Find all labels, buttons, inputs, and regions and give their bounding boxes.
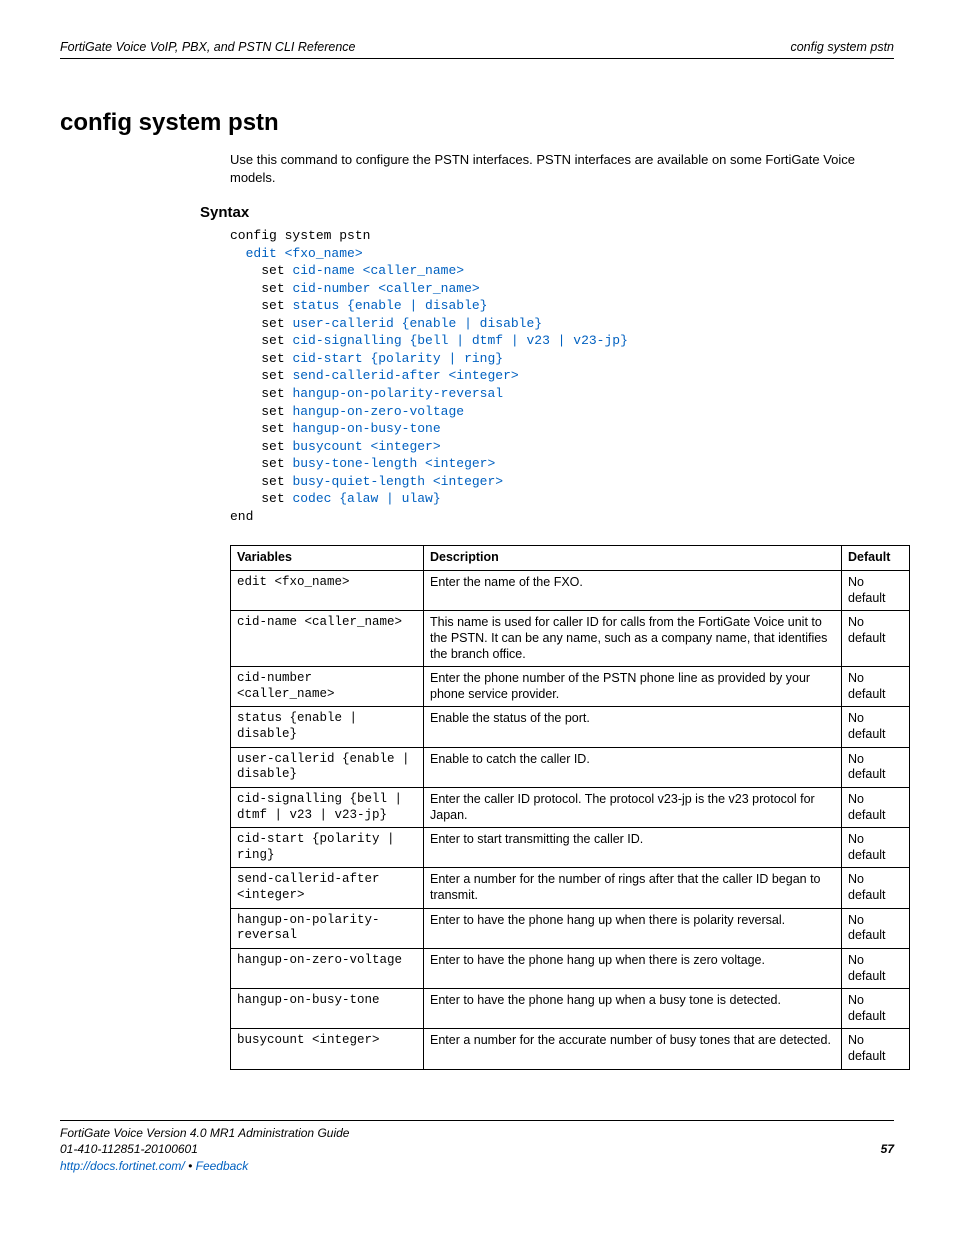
- footer-line2: 01-410-112851-20100601: [60, 1142, 198, 1156]
- footer-url-link[interactable]: http://docs.fortinet.com/: [60, 1159, 185, 1173]
- cell-default: No default: [842, 908, 910, 948]
- code-line: set: [261, 351, 284, 366]
- table-row: cid-start {polarity | ring}Enter to star…: [231, 828, 910, 868]
- cell-default: No default: [842, 868, 910, 908]
- code-kw: cid-number <caller_name>: [292, 281, 479, 296]
- th-default: Default: [842, 546, 910, 571]
- code-kw: hangup-on-polarity-reversal: [292, 386, 503, 401]
- table-row: cid-number <caller_name>Enter the phone …: [231, 667, 910, 707]
- cell-description: Enter a number for the number of rings a…: [424, 868, 842, 908]
- code-kw: hangup-on-busy-tone: [292, 421, 440, 436]
- cell-default: No default: [842, 611, 910, 667]
- cell-variable: user-callerid {enable | disable}: [231, 747, 424, 787]
- cell-description: Enter to have the phone hang up when the…: [424, 908, 842, 948]
- page-footer: FortiGate Voice Version 4.0 MR1 Administ…: [60, 1120, 894, 1175]
- code-line: set: [261, 491, 284, 506]
- cell-default: No default: [842, 667, 910, 707]
- code-line: set: [261, 456, 284, 471]
- cell-description: Enter to start transmitting the caller I…: [424, 828, 842, 868]
- page-number: 57: [881, 1141, 894, 1175]
- table-row: hangup-on-busy-toneEnter to have the pho…: [231, 989, 910, 1029]
- cell-variable: hangup-on-zero-voltage: [231, 948, 424, 988]
- table-row: user-callerid {enable | disable}Enable t…: [231, 747, 910, 787]
- code-kw: hangup-on-zero-voltage: [292, 404, 464, 419]
- cell-variable: busycount <integer>: [231, 1029, 424, 1069]
- code-line: set: [261, 421, 284, 436]
- table-row: status {enable | disable}Enable the stat…: [231, 707, 910, 747]
- header-left: FortiGate Voice VoIP, PBX, and PSTN CLI …: [60, 40, 356, 54]
- code-line: set: [261, 474, 284, 489]
- cell-description: Enter the name of the FXO.: [424, 571, 842, 611]
- cell-variable: hangup-on-polarity-reversal: [231, 908, 424, 948]
- cell-description: Enter the phone number of the PSTN phone…: [424, 667, 842, 707]
- code-line: set: [261, 439, 284, 454]
- code-kw: send-callerid-after <integer>: [292, 368, 518, 383]
- page-header: FortiGate Voice VoIP, PBX, and PSTN CLI …: [60, 40, 894, 59]
- header-right: config system pstn: [790, 40, 894, 54]
- cell-default: No default: [842, 948, 910, 988]
- page-title: config system pstn: [60, 109, 894, 137]
- cell-variable: status {enable | disable}: [231, 707, 424, 747]
- intro-text: Use this command to configure the PSTN i…: [230, 151, 894, 186]
- table-row: busycount <integer>Enter a number for th…: [231, 1029, 910, 1069]
- cell-default: No default: [842, 707, 910, 747]
- cell-default: No default: [842, 1029, 910, 1069]
- syntax-code: config system pstn edit <fxo_name> set c…: [230, 227, 894, 525]
- table-row: hangup-on-polarity-reversalEnter to have…: [231, 908, 910, 948]
- cell-description: Enable the status of the port.: [424, 707, 842, 747]
- cell-default: No default: [842, 571, 910, 611]
- cell-description: Enter to have the phone hang up when a b…: [424, 989, 842, 1029]
- code-line: set: [261, 368, 284, 383]
- th-description: Description: [424, 546, 842, 571]
- code-line: set: [261, 404, 284, 419]
- cell-default: No default: [842, 787, 910, 827]
- cell-description: Enter a number for the accurate number o…: [424, 1029, 842, 1069]
- cell-default: No default: [842, 747, 910, 787]
- code-line: set: [261, 386, 284, 401]
- code-line: set: [261, 316, 284, 331]
- table-row: cid-name <caller_name>This name is used …: [231, 611, 910, 667]
- table-row: edit <fxo_name>Enter the name of the FXO…: [231, 571, 910, 611]
- code-kw: codec {alaw | ulaw}: [292, 491, 440, 506]
- cell-variable: cid-number <caller_name>: [231, 667, 424, 707]
- table-row: hangup-on-zero-voltageEnter to have the …: [231, 948, 910, 988]
- code-line: config system pstn: [230, 228, 370, 243]
- code-line: set: [261, 263, 284, 278]
- cell-variable: cid-signalling {bell | dtmf | v23 | v23-…: [231, 787, 424, 827]
- code-kw: user-callerid {enable | disable}: [292, 316, 542, 331]
- code-line: end: [230, 509, 253, 524]
- code-kw: cid-signalling {bell | dtmf | v23 | v23-…: [292, 333, 627, 348]
- cell-variable: edit <fxo_name>: [231, 571, 424, 611]
- cell-variable: hangup-on-busy-tone: [231, 989, 424, 1029]
- cell-default: No default: [842, 828, 910, 868]
- table-row: send-callerid-after <integer>Enter a num…: [231, 868, 910, 908]
- footer-sep: •: [185, 1159, 196, 1173]
- footer-line1: FortiGate Voice Version 4.0 MR1 Administ…: [60, 1125, 894, 1142]
- th-variables: Variables: [231, 546, 424, 571]
- code-line: set: [261, 333, 284, 348]
- code-line: edit <fxo_name>: [246, 246, 363, 261]
- variables-table: Variables Description Default edit <fxo_…: [230, 545, 910, 1069]
- cell-description: This name is used for caller ID for call…: [424, 611, 842, 667]
- code-kw: cid-name <caller_name>: [292, 263, 464, 278]
- code-kw: busy-quiet-length <integer>: [292, 474, 503, 489]
- syntax-heading: Syntax: [200, 204, 894, 221]
- code-kw: status {enable | disable}: [292, 298, 487, 313]
- cell-variable: cid-start {polarity | ring}: [231, 828, 424, 868]
- cell-default: No default: [842, 989, 910, 1029]
- table-row: cid-signalling {bell | dtmf | v23 | v23-…: [231, 787, 910, 827]
- footer-feedback-link[interactable]: Feedback: [196, 1159, 249, 1173]
- code-line: set: [261, 281, 284, 296]
- cell-variable: cid-name <caller_name>: [231, 611, 424, 667]
- code-kw: busycount <integer>: [292, 439, 440, 454]
- cell-variable: send-callerid-after <integer>: [231, 868, 424, 908]
- code-kw: busy-tone-length <integer>: [292, 456, 495, 471]
- cell-description: Enable to catch the caller ID.: [424, 747, 842, 787]
- cell-description: Enter to have the phone hang up when the…: [424, 948, 842, 988]
- code-kw: cid-start {polarity | ring}: [292, 351, 503, 366]
- code-line: set: [261, 298, 284, 313]
- cell-description: Enter the caller ID protocol. The protoc…: [424, 787, 842, 827]
